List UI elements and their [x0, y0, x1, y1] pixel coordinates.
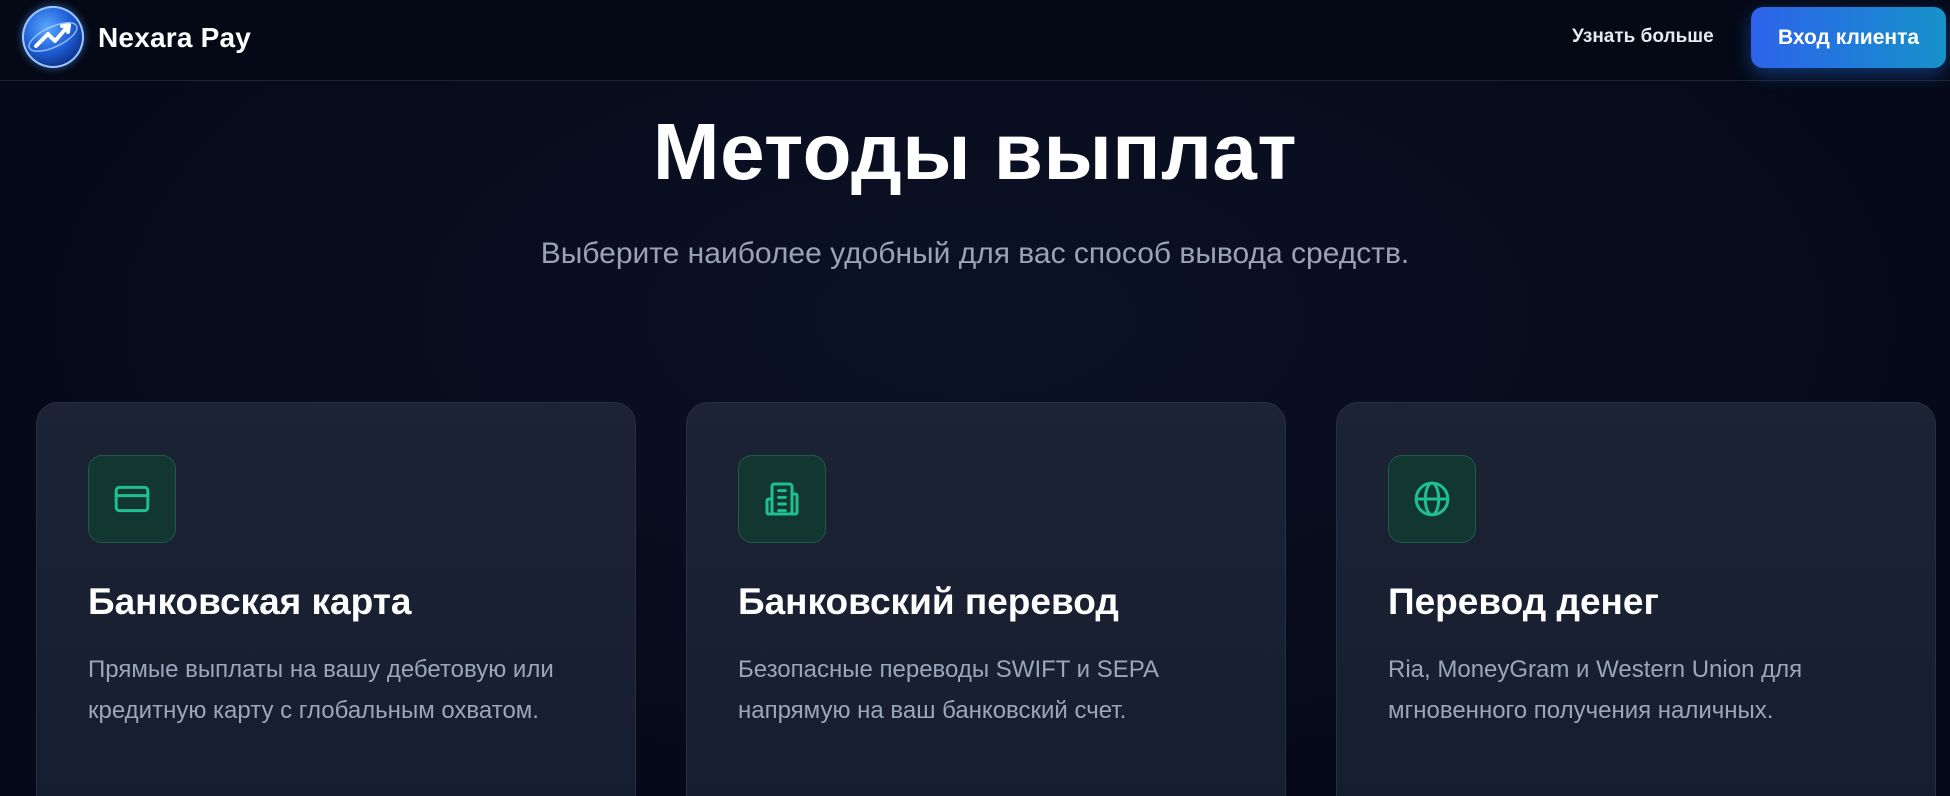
page-title: Методы выплат — [652, 107, 1298, 196]
payout-methods-page: Nexara Pay Узнать больше Вход клиента Ме… — [0, 0, 1950, 796]
nexara-logo-icon[interactable] — [22, 6, 84, 68]
page-subtitle: Выберите наиболее удобный для вас способ… — [540, 237, 1410, 270]
method-description: Безопасные переводы SWIFT и SEPA напряму… — [738, 656, 1158, 724]
method-title: Банковская карта — [88, 581, 412, 622]
brand-name[interactable]: Nexara Pay — [98, 22, 251, 54]
method-description: Ria, MoneyGram и Western Union для мгнов… — [1388, 656, 1803, 724]
method-card-money-transfer[interactable]: Перевод денег Ria, MoneyGram и Western U… — [1336, 402, 1936, 796]
method-card-bank-transfer[interactable]: Банковский перевод Безопасные переводы S… — [686, 402, 1286, 796]
credit-card-icon — [88, 455, 176, 543]
method-description: Прямые выплаты на вашу дебетовую или кре… — [88, 656, 554, 724]
learn-more-link[interactable]: Узнать больше — [1572, 26, 1714, 48]
top-navbar: Nexara Pay Узнать больше Вход клиента — [0, 0, 1950, 81]
globe-icon — [1388, 455, 1476, 543]
building-icon — [738, 455, 826, 543]
method-title: Перевод денег — [1388, 581, 1659, 622]
client-login-button[interactable]: Вход клиента — [1751, 7, 1946, 68]
method-title: Банковский перевод — [738, 581, 1119, 622]
method-card-bank-card[interactable]: Банковская карта Прямые выплаты на вашу … — [36, 402, 636, 796]
